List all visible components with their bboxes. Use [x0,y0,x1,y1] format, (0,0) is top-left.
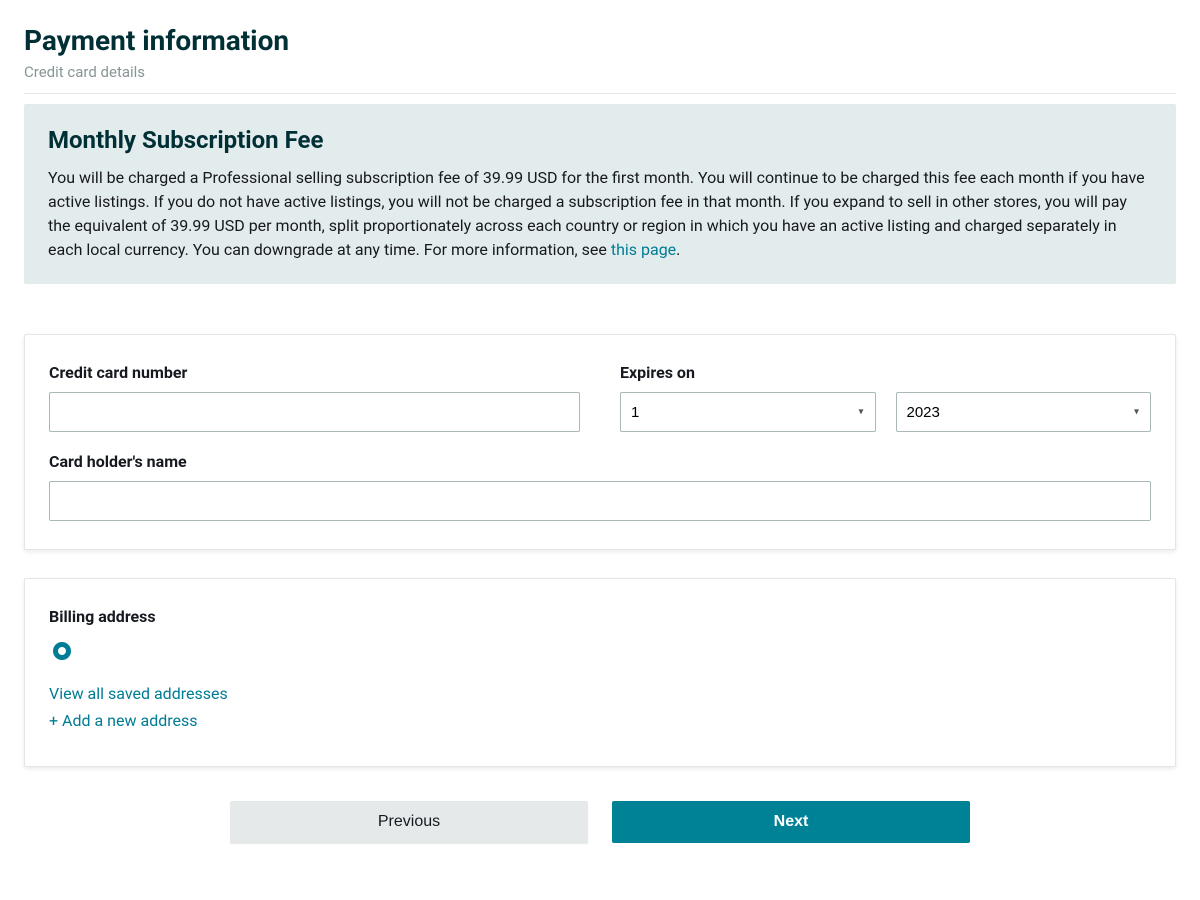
billing-address-panel: Billing address View all saved addresses… [24,578,1176,767]
info-box-title: Monthly Subscription Fee [48,126,1152,154]
divider [24,93,1176,94]
view-saved-addresses-link[interactable]: View all saved addresses [49,684,1151,703]
expires-year-select[interactable]: 2023 [896,392,1152,432]
info-body-suffix: . [676,240,680,259]
expires-label: Expires on [620,363,1151,382]
billing-address-radio[interactable] [53,642,71,660]
page-title: Payment information [24,24,1176,57]
subscription-fee-info: Monthly Subscription Fee You will be cha… [24,104,1176,284]
card-details-panel: Credit card number Expires on 1 ▾ 2023 ▾ [24,334,1176,550]
add-new-address-link[interactable]: + Add a new address [49,711,1151,730]
expires-month-select[interactable]: 1 [620,392,876,432]
page-subtitle: Credit card details [24,63,1176,81]
cc-number-label: Credit card number [49,363,580,382]
this-page-link[interactable]: this page [611,240,676,259]
previous-button[interactable]: Previous [230,801,588,843]
info-body-text: You will be charged a Professional selli… [48,168,1145,259]
billing-address-label: Billing address [49,607,1151,626]
footer-buttons: Previous Next [24,801,1176,843]
cc-number-input[interactable] [49,392,580,432]
next-button[interactable]: Next [612,801,970,843]
info-box-body: You will be charged a Professional selli… [48,166,1152,262]
cardholder-label: Card holder's name [49,452,1151,471]
cardholder-input[interactable] [49,481,1151,521]
